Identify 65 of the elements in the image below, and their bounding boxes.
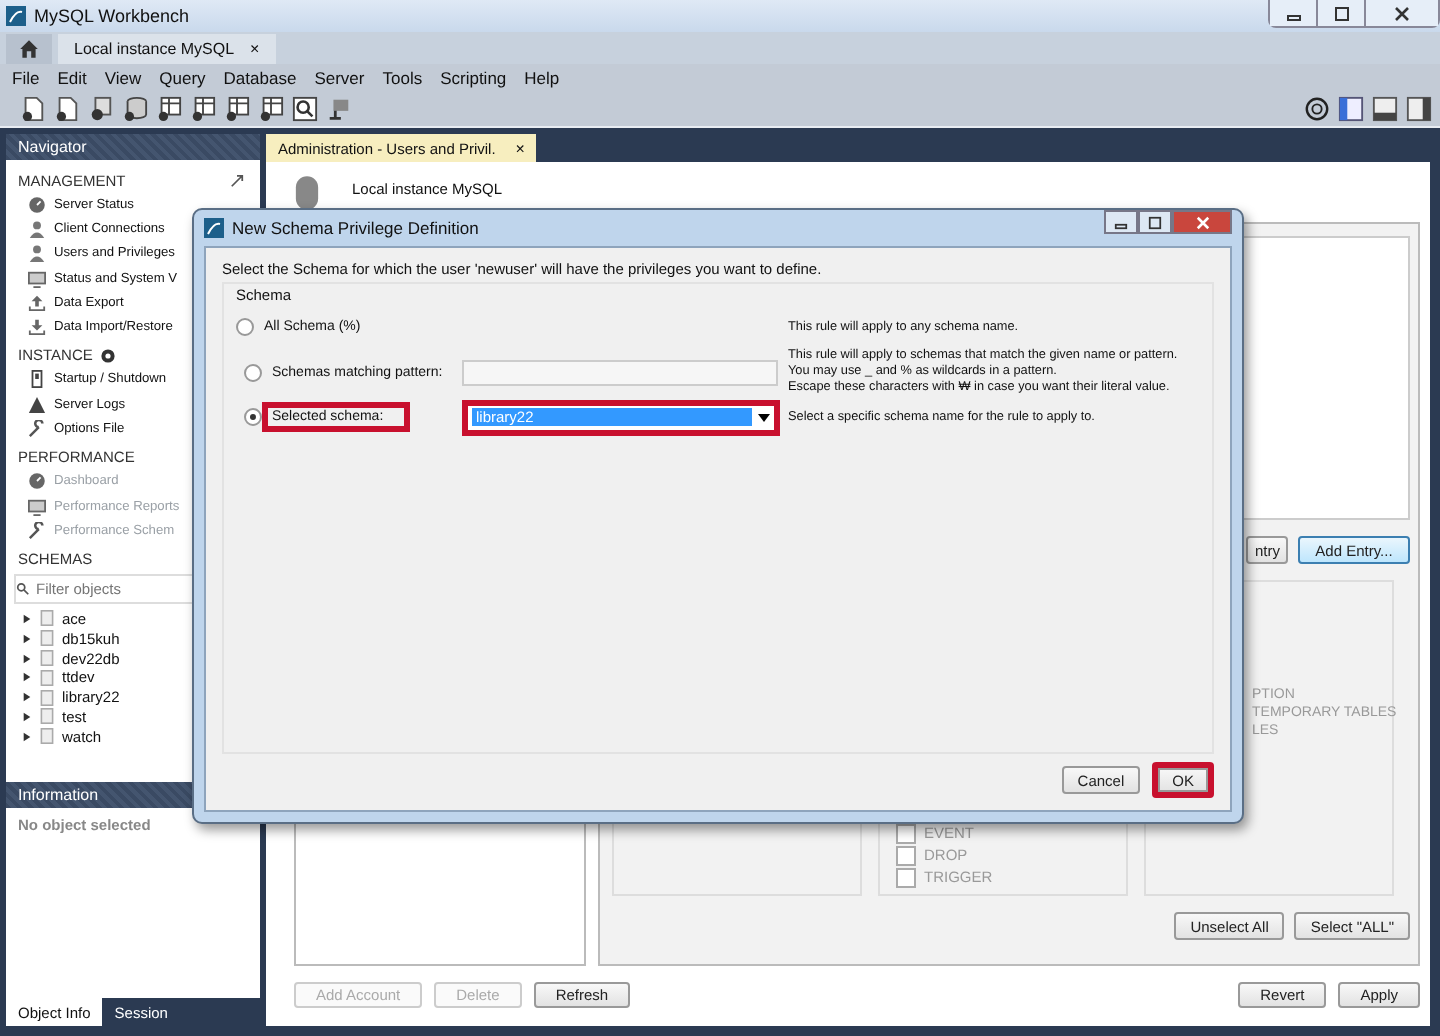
radio-button[interactable]	[244, 408, 262, 426]
download-icon	[28, 318, 46, 337]
maximize-icon	[1148, 215, 1162, 229]
wrench-icon	[28, 420, 46, 439]
table-icon[interactable]	[258, 95, 284, 121]
app-logo-icon	[6, 6, 26, 26]
radio-button[interactable]	[244, 363, 262, 381]
search-icon	[16, 581, 30, 596]
menu-item[interactable]: Scripting	[440, 67, 507, 87]
document-icon[interactable]	[54, 95, 80, 121]
panel-title: Navigator	[18, 138, 87, 156]
house-icon	[18, 38, 40, 60]
menu-item[interactable]: Tools	[382, 67, 423, 87]
database-icon[interactable]	[122, 95, 148, 121]
close-icon	[1394, 5, 1410, 21]
close-button[interactable]	[1366, 0, 1438, 26]
monitor-icon	[28, 497, 46, 516]
bottom-panel-toggle-icon[interactable]	[1372, 95, 1398, 121]
pattern-field[interactable]	[462, 359, 778, 385]
power-icon	[28, 370, 46, 389]
document-icon[interactable]	[20, 95, 46, 121]
caret-icon	[758, 413, 770, 421]
gauge-icon	[28, 472, 46, 491]
close-icon[interactable]: ×	[515, 139, 525, 157]
table-icon[interactable]	[156, 95, 182, 121]
app-logo-icon	[204, 218, 224, 238]
right-panel-toggle-icon[interactable]	[1406, 95, 1432, 121]
monitor-icon	[28, 269, 46, 288]
checkbox[interactable]	[896, 845, 916, 865]
gauge-icon	[28, 195, 46, 214]
minimize-button[interactable]	[1270, 0, 1318, 26]
menu-item[interactable]: Edit	[57, 67, 87, 87]
panel-title: Information	[18, 786, 99, 804]
menu-item[interactable]: Database	[223, 67, 297, 87]
close-button[interactable]	[1172, 210, 1232, 234]
menu-item[interactable]: View	[104, 67, 142, 87]
menu-item[interactable]: Help	[524, 67, 560, 87]
home-tab[interactable]	[6, 34, 52, 64]
maximize-button[interactable]	[1318, 0, 1366, 26]
person-icon	[28, 219, 46, 238]
dialog-title: New Schema Privilege Definition	[232, 218, 479, 238]
settings-icon[interactable]	[1304, 95, 1330, 121]
table-icon[interactable]	[190, 95, 216, 121]
upload-icon	[28, 293, 46, 312]
window-title: MySQL Workbench	[34, 6, 190, 26]
person-icon	[28, 244, 46, 263]
menu-item[interactable]: File	[12, 67, 40, 87]
maximize-icon	[1333, 5, 1349, 21]
checkbox[interactable]	[896, 867, 916, 887]
close-icon	[1195, 215, 1209, 229]
sidebar-toggle-icon[interactable]	[1338, 95, 1364, 121]
close-icon[interactable]: ×	[250, 40, 260, 58]
menu-item[interactable]: Query	[159, 67, 206, 87]
maximize-button[interactable]	[1138, 210, 1172, 234]
search-icon[interactable]	[292, 95, 318, 121]
connection-tab[interactable]: Local instance MySQL ×	[58, 34, 276, 64]
table-icon[interactable]	[224, 95, 250, 121]
expand-icon[interactable]	[230, 173, 244, 187]
warning-icon	[28, 395, 46, 414]
menu-item[interactable]: Server	[314, 67, 365, 87]
minimize-button[interactable]	[1104, 210, 1138, 234]
radio-button[interactable]	[236, 318, 254, 336]
person-icon	[294, 173, 320, 211]
checkbox[interactable]	[896, 823, 916, 843]
wrench-icon	[28, 521, 46, 540]
